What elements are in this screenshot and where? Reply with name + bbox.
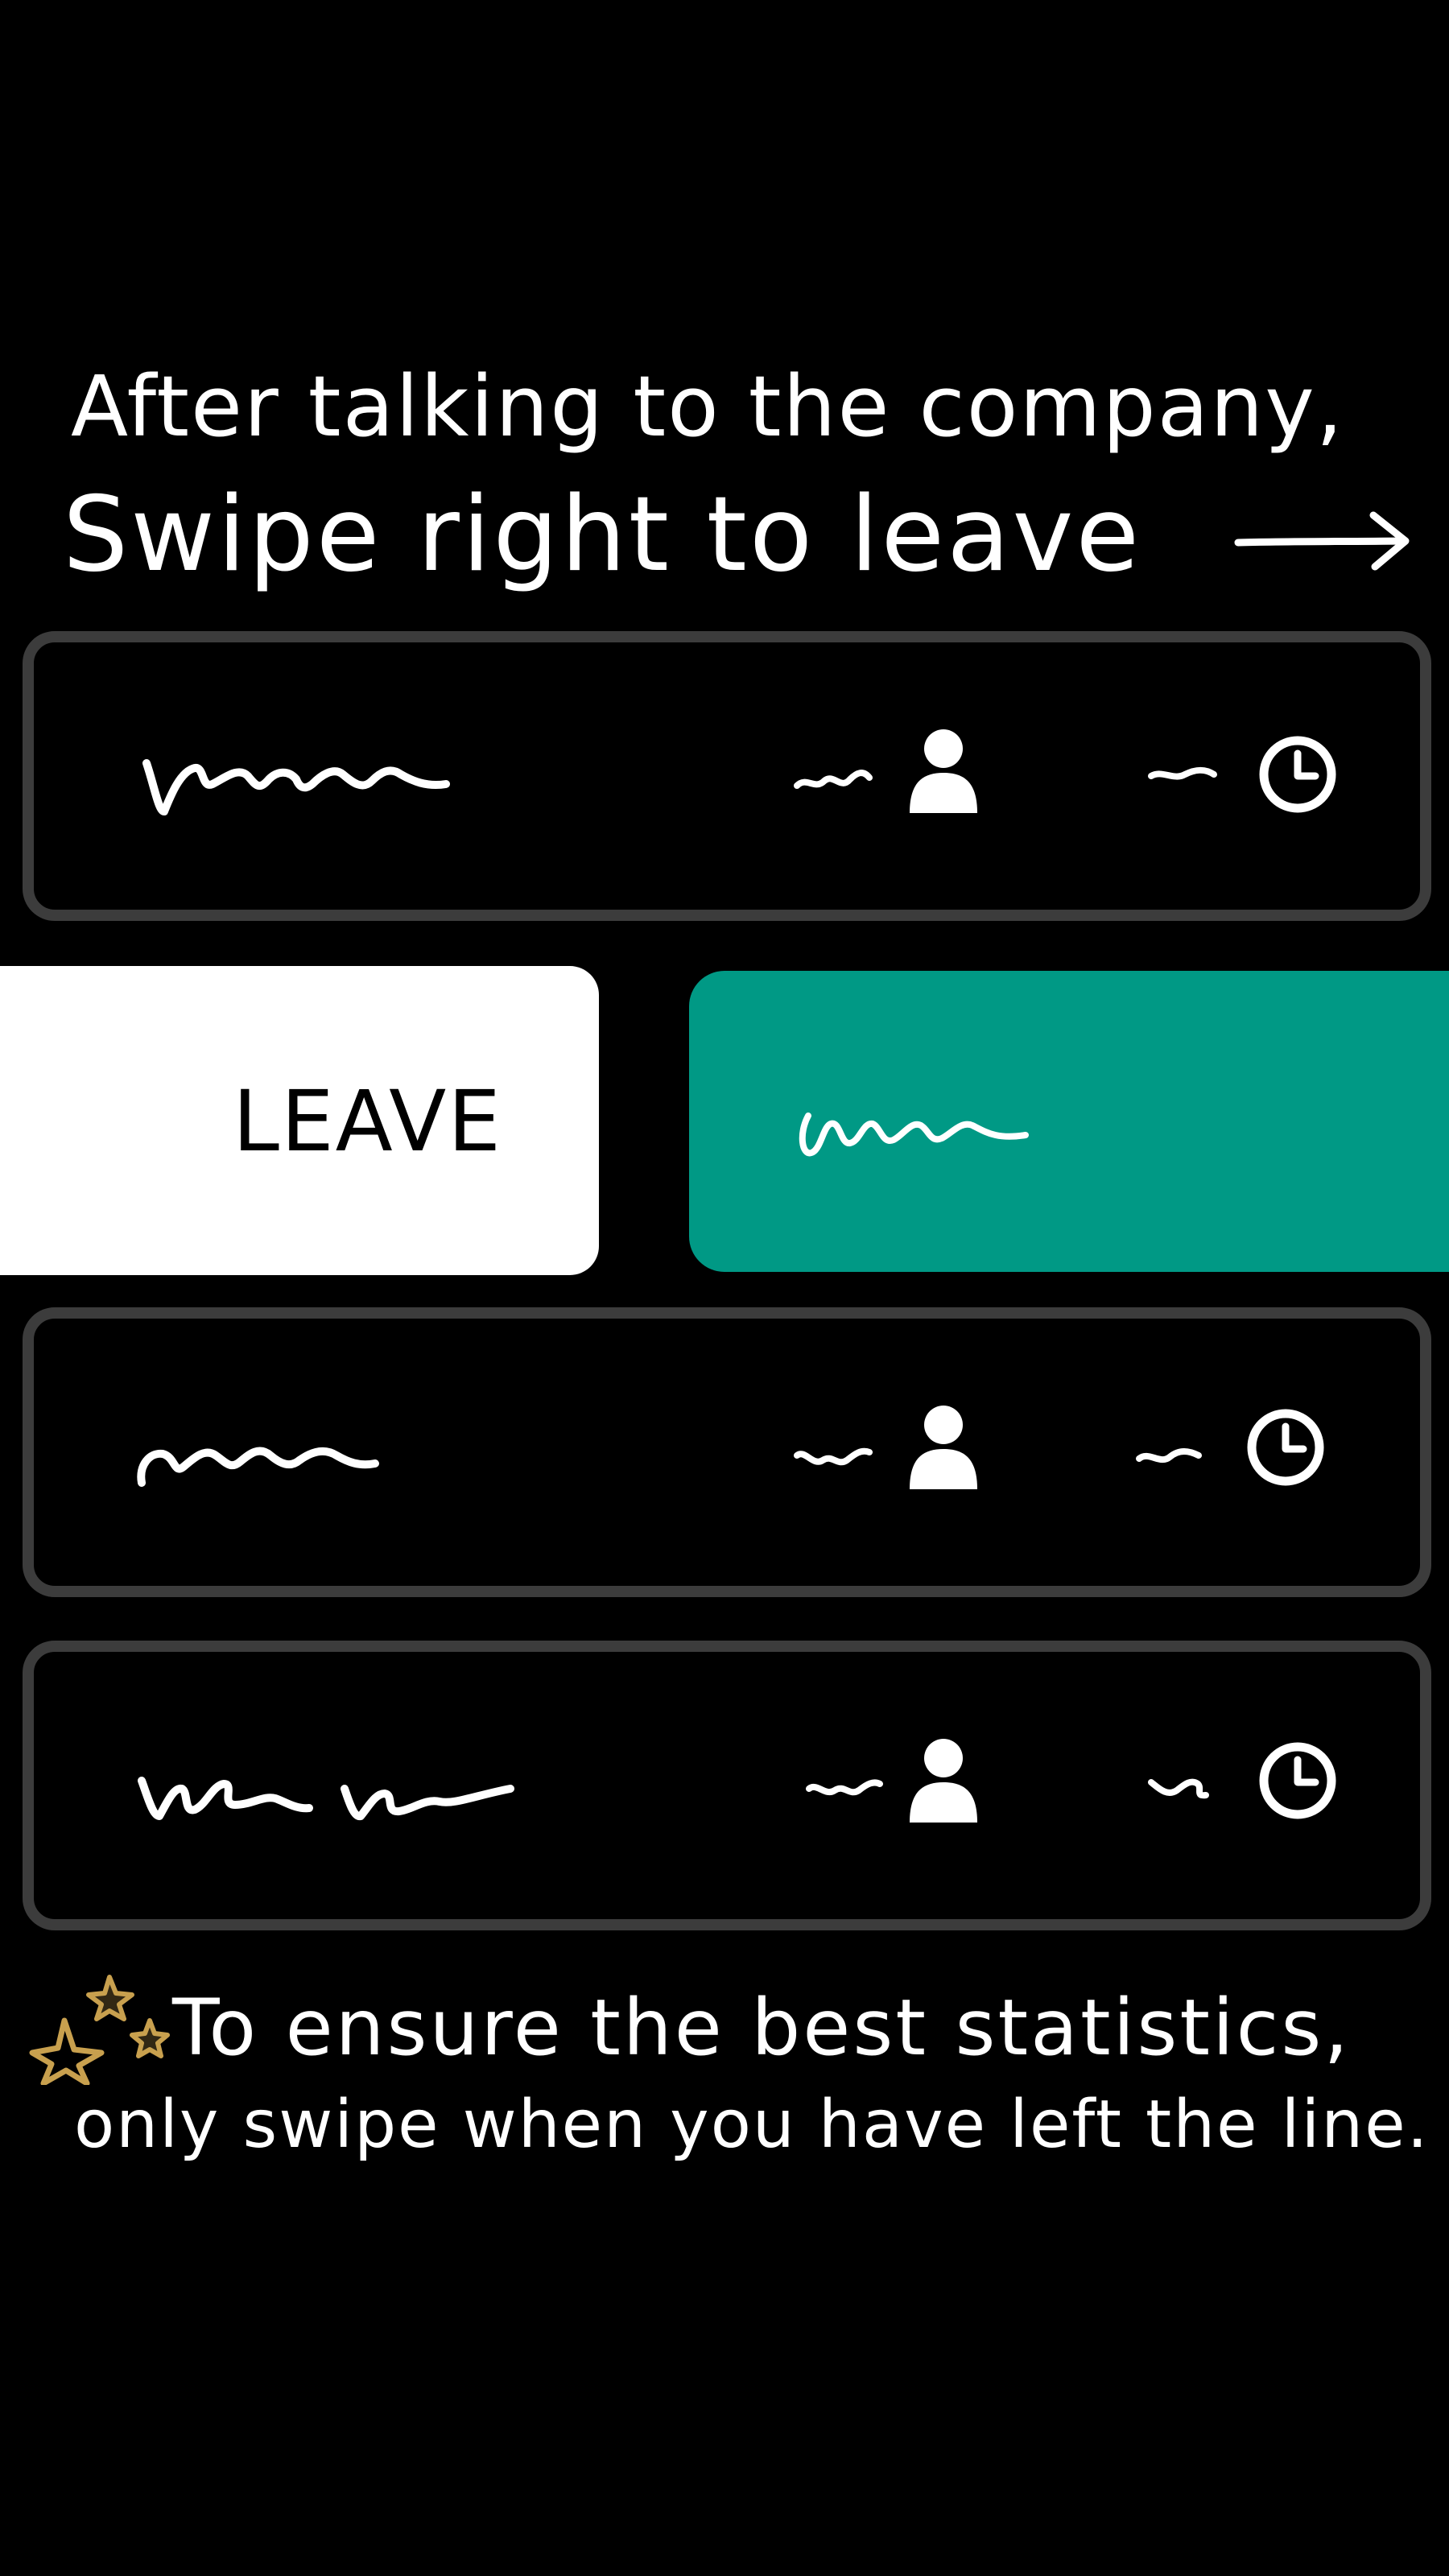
list-item[interactable]	[23, 631, 1431, 921]
person-icon	[910, 1739, 977, 1823]
clock-icon	[1259, 1742, 1336, 1819]
arrow-right-icon	[1234, 511, 1410, 571]
clock-icon	[1247, 1409, 1324, 1486]
wait-time-meta	[1148, 736, 1336, 813]
people-count-meta	[794, 1406, 977, 1489]
person-icon	[910, 1406, 977, 1489]
name-placeholder-scribble	[138, 1777, 514, 1820]
leave-button[interactable]: LEAVE	[0, 966, 599, 1275]
list-item[interactable]	[23, 1641, 1431, 1930]
sparkle-stars-icon	[29, 1975, 170, 2085]
instruction-line-1: After talking to the company,	[71, 357, 1344, 456]
footer-line-2: only swipe when you have left the line.	[74, 2087, 1430, 2163]
wait-time-meta	[1148, 1742, 1336, 1819]
footer-line-1: To ensure the best statistics,	[172, 1983, 1351, 2073]
name-placeholder-scribble	[142, 759, 450, 815]
wait-time-meta	[1136, 1409, 1324, 1486]
clock-icon	[1259, 736, 1336, 813]
person-icon	[910, 729, 977, 813]
list-item[interactable]	[23, 1307, 1431, 1597]
swiped-list-item[interactable]	[689, 971, 1449, 1272]
people-count-meta	[794, 729, 977, 813]
name-placeholder-scribble	[799, 1113, 1029, 1157]
leave-button-label: LEAVE	[233, 1072, 502, 1170]
footer-note: To ensure the best statistics, only swip…	[0, 1972, 1449, 2182]
name-placeholder-scribble	[137, 1447, 379, 1487]
instruction-line-2: Swipe right to leave	[63, 475, 1142, 595]
people-count-meta	[806, 1739, 977, 1823]
